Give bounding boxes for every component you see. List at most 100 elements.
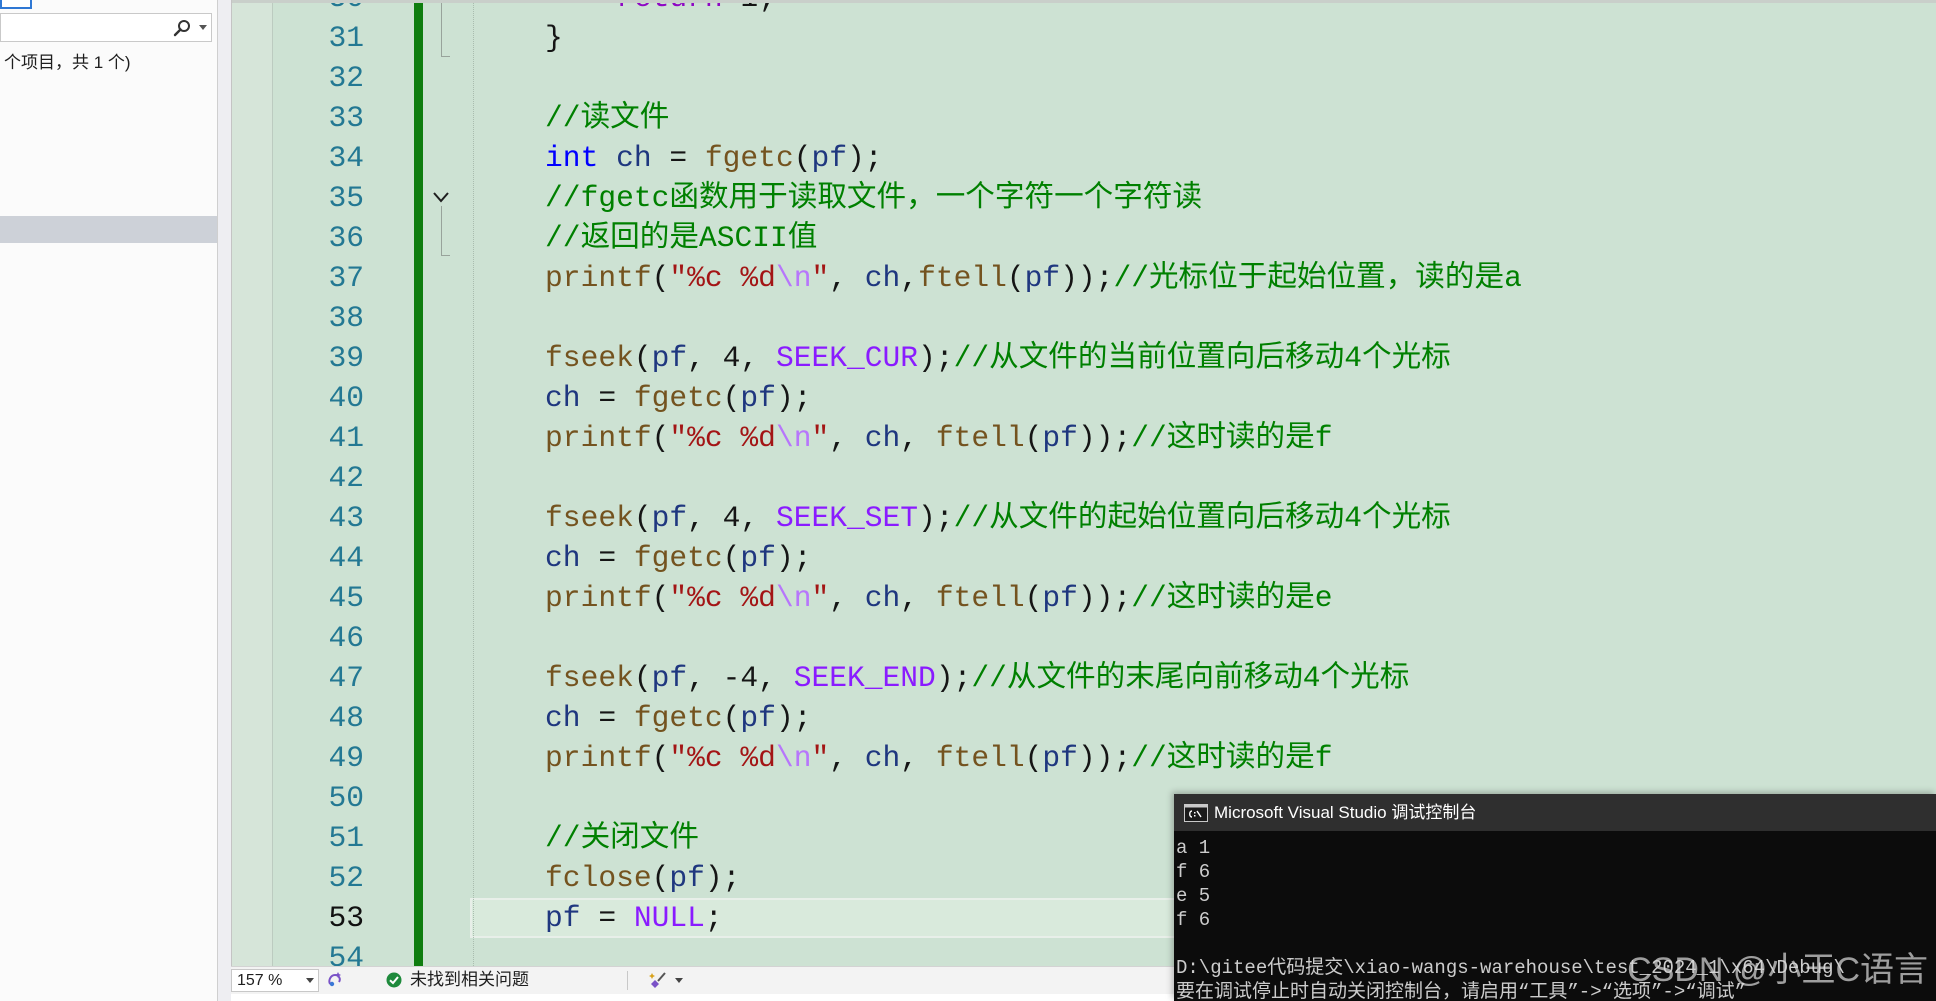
code-text[interactable]: //返回的是ASCII值 (474, 218, 817, 258)
line-number: 37 (328, 261, 364, 295)
code-line[interactable]: 42 (232, 458, 1936, 498)
code-text[interactable]: //读文件 (474, 98, 669, 138)
code-text[interactable]: int ch = fgetc(pf); (474, 138, 882, 178)
code-variable: ch (545, 541, 581, 575)
code-text[interactable]: printf("%c %d\n", ch, ftell(pf));//这时读的是… (474, 418, 1332, 458)
fold-guide-line (441, 0, 442, 57)
code-function-name: ftell (935, 581, 1025, 615)
chevron-down-icon[interactable] (199, 25, 207, 30)
code-text[interactable]: printf("%c %d\n", ch,ftell(pf));//光标位于起始… (474, 258, 1522, 298)
code-punctuation (474, 341, 545, 375)
code-line[interactable]: 35 //fgetc函数用于读取文件，一个字符一个字符读 (232, 178, 1936, 218)
code-text[interactable]: fseek(pf, 4, SEEK_CUR);//从文件的当前位置向后移动4个光… (474, 338, 1451, 378)
code-punctuation: = (580, 381, 634, 415)
code-punctuation: , (829, 741, 865, 775)
code-punctuation: , (900, 581, 936, 615)
code-line[interactable]: 34 int ch = fgetc(pf); (232, 138, 1936, 178)
console-output-line: a 1 (1176, 837, 1211, 859)
fold-guide-end (441, 255, 450, 256)
line-number: 49 (328, 741, 364, 775)
code-number: 4 (722, 501, 741, 535)
code-number: -4 (722, 661, 759, 695)
code-escape-sequence: \n (775, 741, 812, 775)
fold-guide-line (441, 206, 442, 256)
code-line[interactable]: 38 (232, 298, 1936, 338)
code-line[interactable]: 31 } (232, 18, 1936, 58)
code-text[interactable]: printf("%c %d\n", ch, ftell(pf));//这时读的是… (474, 578, 1332, 618)
code-text[interactable]: printf("%c %d\n", ch, ftell(pf));//这时读的是… (474, 738, 1332, 778)
code-line[interactable]: 40 ch = fgetc(pf); (232, 378, 1936, 418)
code-punctuation (474, 421, 545, 455)
code-punctuation: , (740, 341, 776, 375)
code-line[interactable]: 49 printf("%c %d\n", ch, ftell(pf));//这时… (232, 738, 1936, 778)
line-number: 43 (328, 501, 364, 535)
check-circle-icon[interactable] (386, 972, 402, 988)
code-variable: ch (545, 701, 581, 735)
code-line[interactable]: 44 ch = fgetc(pf); (232, 538, 1936, 578)
code-text[interactable]: ch = fgetc(pf); (474, 538, 811, 578)
code-text[interactable]: fclose(pf); (474, 858, 740, 898)
code-punctuation: )); (1077, 421, 1132, 455)
search-icon[interactable] (172, 18, 192, 38)
code-function-name: printf (545, 581, 652, 615)
line-number: 40 (328, 381, 364, 415)
code-line[interactable]: 41 printf("%c %d\n", ch, ftell(pf));//这时… (232, 418, 1936, 458)
code-text[interactable]: ch = fgetc(pf); (474, 698, 811, 738)
zoom-dropdown[interactable]: 157 % (231, 969, 319, 992)
code-text[interactable]: fseek(pf, -4, SEEK_END);//从文件的末尾向前移动4个光标 (474, 658, 1409, 698)
code-punctuation: , (758, 661, 794, 695)
code-punctuation (474, 261, 545, 295)
fold-guide-end (441, 56, 450, 57)
code-line[interactable]: 32 (232, 58, 1936, 98)
code-function-name: ftell (935, 741, 1025, 775)
console-output-line: e 5 (1176, 885, 1211, 907)
line-number: 41 (328, 421, 364, 455)
code-punctuation: ; (704, 901, 723, 935)
code-text[interactable]: fseek(pf, 4, SEEK_SET);//从文件的起始位置向后移动4个光… (474, 498, 1451, 538)
code-comment: //这时读的是f (1131, 741, 1333, 775)
code-line[interactable]: 37 printf("%c %d\n", ch,ftell(pf));//光标位… (232, 258, 1936, 298)
code-comment: //读文件 (545, 101, 670, 135)
code-macro: SEEK_END (793, 661, 936, 695)
console-title-bar[interactable]: Microsoft Visual Studio 调试控制台 (1174, 794, 1936, 831)
line-number: 45 (328, 581, 364, 615)
panel-splitter[interactable] (218, 0, 231, 1001)
code-line[interactable]: 47 fseek(pf, -4, SEEK_END);//从文件的末尾向前移动4… (232, 658, 1936, 698)
intellicode-icon[interactable] (326, 971, 344, 989)
code-punctuation: )); (1060, 261, 1114, 295)
chevron-down-icon[interactable] (675, 978, 683, 983)
code-variable: pf (811, 141, 847, 175)
toolbar-toggle-button[interactable] (0, 0, 32, 9)
issues-status[interactable]: 未找到相关问题 (410, 969, 529, 991)
code-line[interactable]: 48 ch = fgetc(pf); (232, 698, 1936, 738)
code-line[interactable]: 46 (232, 618, 1936, 658)
code-cleanup-brush-icon[interactable] (649, 971, 669, 990)
code-line[interactable]: 45 printf("%c %d\n", ch, ftell(pf));//这时… (232, 578, 1936, 618)
console-output-line: f 6 (1176, 909, 1211, 931)
code-function-name: fseek (545, 341, 634, 375)
code-line[interactable]: 33 //读文件 (232, 98, 1936, 138)
code-line[interactable]: 39 fseek(pf, 4, SEEK_CUR);//从文件的当前位置向后移动… (232, 338, 1936, 378)
code-line[interactable]: 36 //返回的是ASCII值 (232, 218, 1936, 258)
line-number: 51 (328, 821, 364, 855)
code-punctuation: , (687, 341, 723, 375)
code-comment: //从文件的末尾向前移动4个光标 (971, 661, 1410, 695)
code-variable: pf (1042, 421, 1078, 455)
code-comment: //从文件的当前位置向后移动4个光标 (953, 341, 1451, 375)
code-line[interactable]: 43 fseek(pf, 4, SEEK_SET);//从文件的起始位置向后移动… (232, 498, 1936, 538)
code-function-name: fseek (545, 501, 634, 535)
code-text[interactable]: pf = NULL; (474, 898, 723, 938)
code-punctuation (474, 701, 545, 735)
line-number: 42 (328, 461, 364, 495)
selected-tree-row[interactable] (0, 216, 217, 243)
code-text[interactable]: } (474, 18, 563, 58)
code-text[interactable]: ch = fgetc(pf); (474, 378, 811, 418)
solution-search-input[interactable] (0, 13, 212, 42)
collapse-chevron-icon[interactable] (432, 191, 450, 204)
code-text[interactable]: //关闭文件 (474, 818, 699, 858)
code-punctuation: = (580, 901, 634, 935)
line-number: 47 (328, 661, 364, 695)
editor-top-border (232, 0, 1936, 3)
code-text[interactable]: //fgetc函数用于读取文件，一个字符一个字符读 (474, 178, 1202, 218)
zoom-level: 157 % (237, 972, 283, 989)
